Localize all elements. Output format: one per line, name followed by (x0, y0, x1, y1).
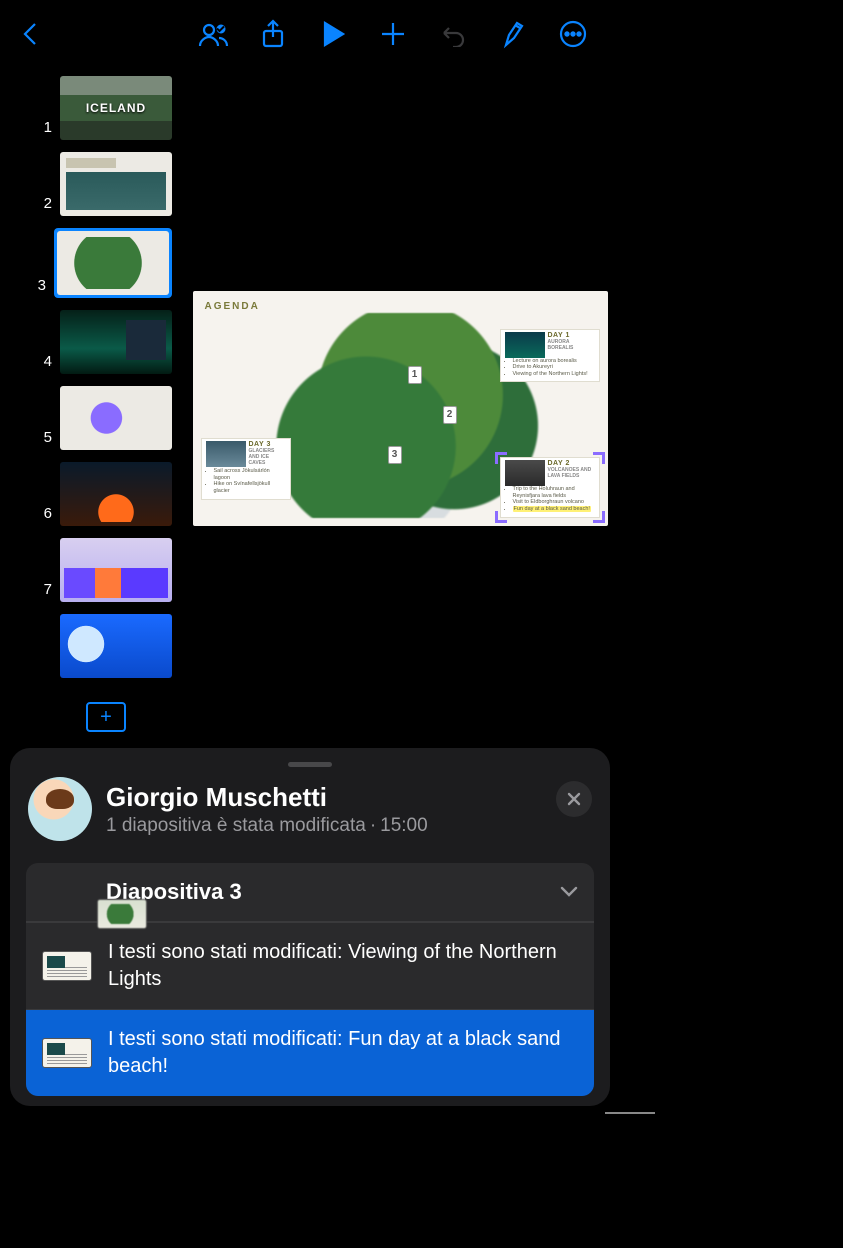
thumbnail[interactable] (60, 538, 172, 602)
callout-line (605, 1112, 655, 1114)
map-marker-2[interactable]: 2 (443, 406, 457, 424)
map-marker-3[interactable]: 3 (388, 446, 402, 464)
thumbnail-selected[interactable] (57, 231, 169, 295)
map-marker-1[interactable]: 1 (408, 366, 422, 384)
change-text: I testi sono stati modificati: Fun day a… (108, 1026, 578, 1080)
toolbar (0, 0, 620, 68)
day2-list: Trip to the Holuhraun and Reynisfjara la… (513, 486, 595, 512)
activity-panel: Giorgio Muschetti 1 diapositiva è stata … (10, 748, 610, 1106)
day2-photo (505, 460, 545, 486)
changes-section: Diapositiva 3 I testi sono stati modific… (26, 863, 594, 1096)
thumbnail[interactable] (60, 386, 172, 450)
section-thumb-icon (97, 899, 147, 929)
slide[interactable]: AGENDA 1 2 3 DAY 1 AURORA BOREALIS Lectu… (193, 291, 608, 526)
share-button[interactable] (256, 17, 290, 51)
day3-card[interactable]: DAY 3 GLACIERS AND ICE CAVES Sail across… (201, 438, 291, 499)
collaborator-name: Giorgio Muschetti (106, 782, 428, 813)
editor: 1 2 3 4 5 6 7 (0, 68, 620, 748)
day2-card[interactable]: DAY 2 VOLCANOES AND LAVA FIELDS Trip to … (500, 457, 600, 517)
day1-list: Lecture on aurora borealis Drive to Akur… (513, 358, 595, 378)
change-thumb-icon (42, 951, 92, 981)
map-image[interactable] (248, 313, 543, 518)
slide-navigator[interactable]: 1 2 3 4 5 6 7 (0, 68, 180, 748)
avatar (28, 777, 92, 841)
slide-thumb-5[interactable]: 5 (32, 386, 172, 450)
thumbnail[interactable] (60, 76, 172, 140)
add-button[interactable] (376, 17, 410, 51)
close-button[interactable] (556, 781, 592, 817)
slide-thumb-3[interactable]: 3 (26, 228, 172, 298)
change-item-selected[interactable]: I testi sono stati modificati: Fun day a… (26, 1009, 594, 1096)
activity-time: 15:00 (380, 815, 428, 836)
day1-card[interactable]: DAY 1 AURORA BOREALIS Lecture on aurora … (500, 329, 600, 383)
slide-title[interactable]: AGENDA (205, 301, 260, 312)
slide-thumb-8[interactable] (32, 614, 172, 678)
slide-thumb-1[interactable]: 1 (32, 76, 172, 140)
back-button[interactable] (14, 17, 48, 51)
thumbnail[interactable] (60, 310, 172, 374)
slide-thumb-2[interactable]: 2 (32, 152, 172, 216)
collaborate-button[interactable] (196, 17, 230, 51)
change-item[interactable]: I testi sono stati modificati: Viewing o… (26, 922, 594, 1009)
format-button[interactable] (496, 17, 530, 51)
change-text: I testi sono stati modificati: Viewing o… (108, 939, 578, 993)
undo-button[interactable] (436, 17, 470, 51)
thumbnail[interactable] (60, 614, 172, 678)
chevron-down-icon (560, 882, 578, 903)
day3-photo (206, 441, 246, 467)
slide-canvas[interactable]: AGENDA 1 2 3 DAY 1 AURORA BOREALIS Lectu… (180, 68, 620, 748)
section-title: Diapositiva 3 (106, 879, 546, 905)
day3-list: Sail across Jökulsárlón lagoon Hike on S… (214, 468, 286, 494)
thumbnail[interactable] (60, 462, 172, 526)
activity-summary: 1 diapositiva è stata modificata·15:00 (106, 815, 428, 837)
slide-thumb-4[interactable]: 4 (32, 310, 172, 374)
play-button[interactable] (316, 17, 350, 51)
more-button[interactable] (556, 17, 590, 51)
slide-thumb-6[interactable]: 6 (32, 462, 172, 526)
highlighted-edit: Fun day at a black sand beach! (513, 506, 591, 512)
thumbnail[interactable] (60, 152, 172, 216)
drag-handle[interactable] (288, 762, 332, 767)
change-thumb-icon (42, 1038, 92, 1068)
day1-photo (505, 332, 545, 358)
section-header[interactable]: Diapositiva 3 (26, 863, 594, 922)
add-slide-button[interactable]: + (86, 702, 126, 732)
slide-thumb-7[interactable]: 7 (32, 538, 172, 602)
